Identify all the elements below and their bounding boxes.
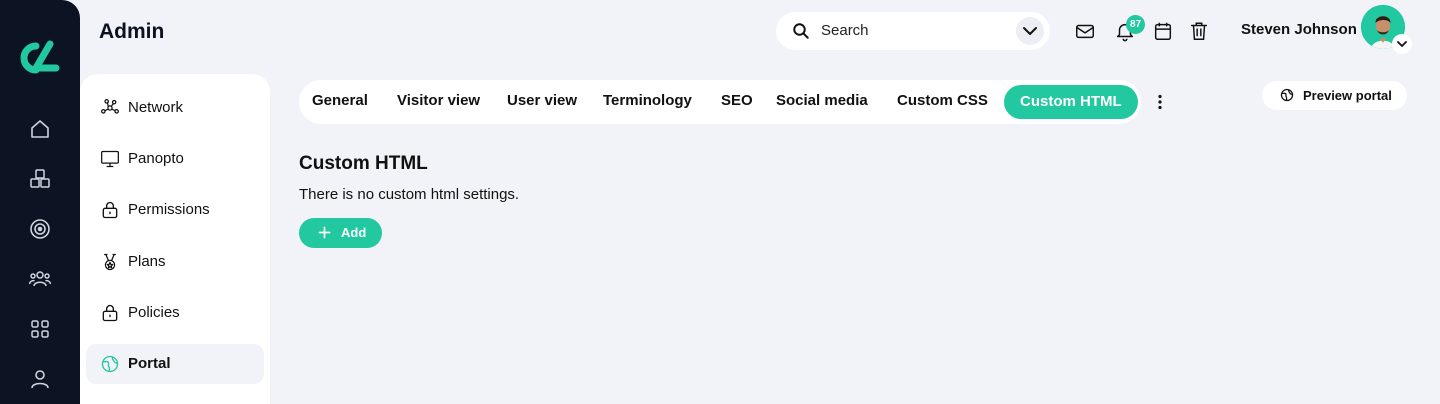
sidebar-item-plans[interactable]: Plans [86,242,264,282]
lock-icon [102,201,118,219]
profile-icon[interactable] [28,367,52,391]
user-menu-button[interactable] [1392,34,1412,54]
calendar-icon[interactable] [1152,20,1174,42]
sidebar-item-label: Portal [128,355,171,372]
preview-portal-button[interactable]: Preview portal [1262,81,1407,110]
more-options-icon[interactable] [1150,92,1170,112]
search-bar[interactable]: Search [776,12,1050,50]
search-input[interactable]: Search [821,22,869,39]
notification-badge: 87 [1126,15,1145,34]
globe-icon [101,355,119,373]
section-title: Custom HTML [299,153,428,174]
tab-custom-css[interactable]: Custom CSS [897,92,988,109]
lock-icon [102,304,118,322]
tab-general[interactable]: General [312,92,368,109]
sidebar-item-permissions[interactable]: Permissions [86,190,264,230]
settings-sidebar: Network Panopto Permissions Plans Polici… [80,74,270,404]
icon-rail [0,0,80,404]
plus-icon [318,226,331,239]
users-icon[interactable] [28,267,52,291]
search-dropdown-button[interactable] [1016,17,1044,45]
modules-icon[interactable] [28,167,52,191]
preview-portal-label: Preview portal [1303,88,1392,103]
tab-custom-html[interactable]: Custom HTML [1004,85,1138,119]
user-name[interactable]: Steven Johnson [1241,21,1357,38]
sidebar-item-label: Permissions [128,201,210,218]
add-button[interactable]: Add [299,218,382,248]
sidebar-item-portal[interactable]: Portal [86,344,264,384]
tab-visitor-view[interactable]: Visitor view [397,92,480,109]
tab-terminology[interactable]: Terminology [603,92,692,109]
chevron-down-icon [1397,41,1407,47]
sidebar-item-label: Policies [128,304,180,321]
trash-icon[interactable] [1188,20,1210,42]
target-icon[interactable] [28,217,52,241]
empty-state-text: There is no custom html settings. [299,186,520,203]
page-title: Admin [99,20,165,43]
network-icon [101,99,119,114]
add-button-label: Add [341,225,367,240]
sidebar-item-panopto[interactable]: Panopto [86,139,264,179]
tab-social-media[interactable]: Social media [776,92,868,109]
search-icon [793,23,809,39]
apps-grid-icon[interactable] [28,317,52,341]
monitor-icon [101,150,119,168]
globe-icon [1280,88,1294,102]
tab-user-view[interactable]: User view [507,92,577,109]
mail-icon[interactable] [1074,20,1096,42]
sidebar-item-network[interactable]: Network [86,88,264,128]
sidebar-item-label: Plans [128,253,166,270]
chevron-down-icon [1023,27,1037,35]
sidebar-item-label: Network [128,99,184,116]
home-icon[interactable] [28,117,52,141]
tab-seo[interactable]: SEO [721,92,753,109]
logo-icon[interactable] [14,38,66,78]
sidebar-item-policies[interactable]: Policies [86,293,264,333]
medal-icon [104,253,116,271]
settings-tabs: General Visitor view User view Terminolo… [299,80,1141,124]
sidebar-item-label: Panopto [128,150,184,167]
